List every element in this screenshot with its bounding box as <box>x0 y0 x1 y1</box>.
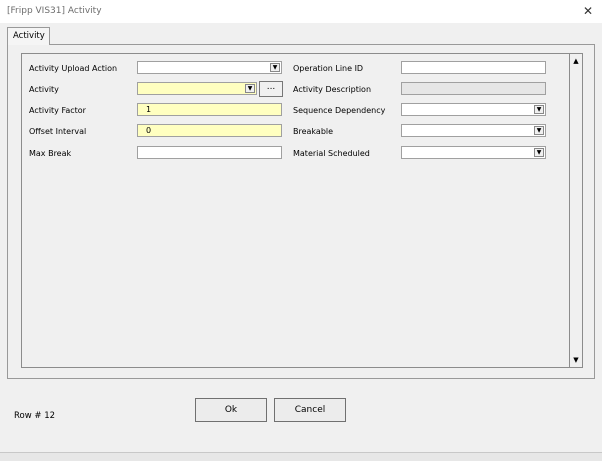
activity-description-label: Activity Description <box>293 85 372 94</box>
activity-factor-input[interactable]: 1 <box>137 103 282 116</box>
chevron-down-icon[interactable]: ▼ <box>534 148 544 157</box>
close-icon[interactable]: ✕ <box>580 3 596 19</box>
max-break-label: Max Break <box>29 149 72 158</box>
activity-label: Activity <box>29 85 59 94</box>
form-frame <box>21 53 570 368</box>
title-bar: [Fripp VIS31] Activity ✕ <box>0 0 602 23</box>
operation-line-id-label: Operation Line ID <box>293 64 364 73</box>
activity-upload-action-dropdown[interactable]: ▼ <box>137 61 282 74</box>
chevron-down-icon[interactable]: ▼ <box>270 63 280 72</box>
activity-dropdown[interactable]: ▼ <box>137 82 257 95</box>
material-scheduled-label: Material Scheduled <box>293 149 370 158</box>
activity-description-field <box>401 82 546 95</box>
window-title: [Fripp VIS31] Activity <box>7 6 102 16</box>
activity-factor-label: Activity Factor <box>29 106 86 115</box>
sequence-dependency-label: Sequence Dependency <box>293 106 386 115</box>
breakable-dropdown[interactable]: ▼ <box>401 124 546 137</box>
activity-browse-button[interactable]: ... <box>259 81 283 97</box>
breakable-label: Breakable <box>293 127 334 136</box>
max-break-input[interactable] <box>137 146 282 159</box>
vertical-scrollbar[interactable]: ▲ ▼ <box>570 53 583 368</box>
scroll-up-icon[interactable]: ▲ <box>572 56 580 66</box>
cancel-button[interactable]: Cancel <box>274 398 346 422</box>
operation-line-id-input[interactable] <box>401 61 546 74</box>
ok-button[interactable]: Ok <box>195 398 267 422</box>
chevron-down-icon[interactable]: ▼ <box>534 105 544 114</box>
tab-activity[interactable]: Activity <box>7 27 50 45</box>
chevron-down-icon[interactable]: ▼ <box>245 84 255 93</box>
sequence-dependency-dropdown[interactable]: ▼ <box>401 103 546 116</box>
activity-upload-action-label: Activity Upload Action <box>29 64 118 73</box>
offset-interval-input[interactable]: 0 <box>137 124 282 137</box>
tab-activity-label: Activity <box>13 31 45 41</box>
offset-interval-label: Offset Interval <box>29 127 87 136</box>
row-status: Row # 12 <box>14 411 56 421</box>
chevron-down-icon[interactable]: ▼ <box>534 126 544 135</box>
material-scheduled-dropdown[interactable]: ▼ <box>401 146 546 159</box>
scroll-down-icon[interactable]: ▼ <box>572 355 580 365</box>
